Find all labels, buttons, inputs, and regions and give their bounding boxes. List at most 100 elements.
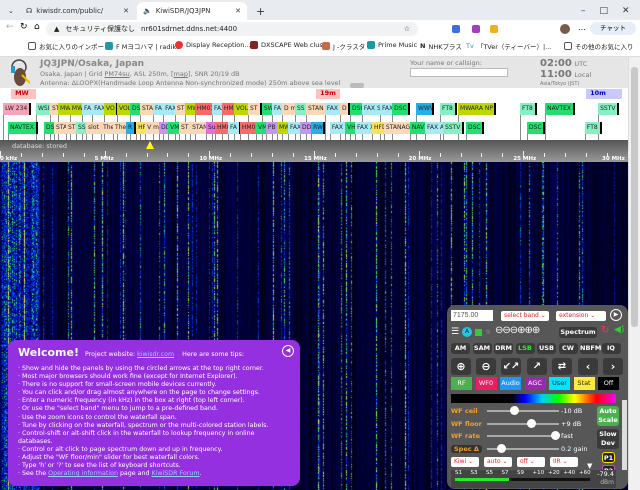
select-band-dropdown[interactable]: select band ⌄ — [501, 311, 549, 321]
mode-lsb-button[interactable]: LSB — [515, 343, 535, 354]
station-label[interactable]: NAVTEX — [7, 122, 38, 134]
colormap-bar[interactable] — [451, 394, 616, 403]
station-label[interactable]: SSTV — [442, 122, 465, 134]
profile-avatar[interactable] — [560, 24, 570, 34]
maximize-icon[interactable]: □ — [600, 6, 609, 16]
station-label[interactable]: DSC — [392, 103, 411, 115]
slow-dev-button[interactable]: Slow Dev — [597, 429, 619, 449]
page-down-icon[interactable]: ‹ — [578, 358, 598, 375]
slider-knob[interactable] — [551, 431, 560, 440]
zoom-in-icon[interactable]: ⊕ — [451, 358, 471, 375]
copilot-chat-button[interactable]: チャット — [590, 22, 636, 35]
slider-knob[interactable] — [496, 443, 506, 453]
extension-icon[interactable] — [490, 25, 498, 33]
menu-icon[interactable]: ☰ — [451, 327, 459, 337]
bookmark-item[interactable]: F Mヨコハマ | radiko — [105, 41, 180, 51]
bookmark-item[interactable]: J -クラスタ — [322, 41, 365, 51]
passband-marker-icon[interactable] — [146, 141, 155, 149]
station-label[interactable]: WWV — [415, 103, 434, 115]
close-tab-icon[interactable]: ✕ — [235, 7, 241, 15]
p1-button[interactable]: P1 — [602, 452, 615, 463]
zoom-band-icon[interactable]: ↙↗ — [501, 358, 521, 375]
station-label[interactable]: RW — [311, 122, 326, 134]
favorite-star-icon[interactable]: ☆ — [404, 25, 410, 33]
station-label[interactable]: LW 234 — [3, 103, 32, 115]
bookmark-item[interactable]: お気に入りのインポート — [28, 41, 111, 51]
mode-drm-button[interactable]: DRM — [494, 343, 513, 354]
auto-scale-button[interactable]: Auto Scale — [597, 406, 619, 426]
slider-track[interactable] — [487, 422, 559, 425]
zoom-step-buttons[interactable]: ⊖⊖⊖⊕⊕⊕ — [495, 325, 540, 336]
new-tab-button[interactable]: + — [250, 2, 271, 20]
callsign-input[interactable] — [410, 68, 508, 77]
mode-nbfm-button[interactable]: NBFM — [580, 343, 601, 354]
slider-knob[interactable] — [527, 418, 537, 428]
tab-agc[interactable]: AGC — [524, 377, 546, 390]
extension-dropdown[interactable]: extension ⌄ — [556, 311, 606, 321]
tab-kiwisdr-public[interactable]: ☊ kiwisdr.com/public/ ✕ — [20, 2, 135, 20]
mode-iq-button[interactable]: IQ — [601, 343, 621, 354]
url-text[interactable]: nr601sdrnet.ddns.net:4400 — [141, 25, 237, 33]
tab-audio[interactable]: Audio — [500, 377, 521, 390]
tab-rf[interactable]: RF — [451, 377, 472, 390]
station-label[interactable]: SSTV — [598, 103, 620, 115]
reload-icon[interactable]: ↻ — [20, 22, 28, 32]
tab-kiwisdr-jq3jpn[interactable]: 🔈 KiwiSDR/JQ3JPN ✕ — [137, 2, 247, 20]
bookmark-item[interactable]: DXSCAPE Web clus... — [250, 41, 329, 49]
station-label[interactable]: FT8 — [584, 122, 602, 134]
a-badge[interactable]: A — [462, 327, 472, 337]
mode-am-button[interactable]: AM — [451, 343, 470, 354]
slider-knob[interactable] — [510, 406, 520, 415]
frequency-input[interactable] — [451, 310, 493, 321]
audio-dropdown[interactable]: off ⌄ — [517, 457, 545, 467]
zoom-max-out-icon[interactable]: ↗ — [527, 358, 547, 375]
collapse-panel-icon[interactable]: ◀ — [282, 345, 294, 357]
page-up-icon[interactable]: › — [603, 358, 623, 375]
station-label[interactable]: FT8 — [519, 103, 537, 115]
more-options-arrow-icon[interactable]: ▼ — [587, 462, 592, 470]
station-label[interactable]: MWARA NP — [458, 103, 497, 115]
grid-link[interactable]: PM74su — [104, 70, 129, 78]
kiwisdr-link[interactable]: kiwisdr.com — [137, 351, 174, 358]
bookmark-item[interactable]: Display Reception... — [175, 41, 251, 49]
page-scrollbar[interactable] — [628, 57, 640, 490]
window-controls[interactable]: – □ ✕ — [575, 2, 636, 20]
more-menu-icon[interactable]: … — [578, 23, 586, 32]
back-icon[interactable]: ← — [6, 22, 14, 32]
station-label[interactable]: FT8 — [440, 103, 457, 115]
operating-info-link[interactable]: Operating information — [48, 470, 118, 477]
station-label[interactable]: R — [126, 122, 137, 134]
audio-dropdown[interactable]: Kiwi ⌄ — [451, 457, 479, 467]
spectrum-button[interactable]: Spectrum — [559, 327, 597, 338]
expand-icon[interactable] — [475, 329, 482, 336]
bookmark-item[interactable]: Tv 「TVer（ティーバー）|... — [466, 41, 566, 51]
tab-user[interactable]: User — [549, 377, 570, 390]
close-window-icon[interactable]: ✕ — [622, 6, 630, 16]
station-label[interactable]: VO — [104, 103, 119, 115]
tab-wf0[interactable]: WF0 — [475, 377, 497, 390]
extension-icon[interactable] — [472, 25, 480, 33]
spectrum-scale[interactable]: database: stored 0 kHz 5 MHz 10 MHz 15 MHz 2… — [0, 140, 629, 162]
station-label[interactable]: D — [339, 103, 350, 115]
zoom-out-icon[interactable]: ⊖ — [476, 358, 496, 375]
volume-icon[interactable]: ◀) — [614, 325, 624, 335]
play-icon[interactable]: ▶ — [610, 309, 622, 321]
audio-dropdown[interactable]: auto ⌄ — [484, 457, 512, 467]
station-label[interactable]: DSC — [526, 122, 545, 134]
bookmark-item[interactable]: N NHKプラス — [420, 41, 462, 51]
panel-scrollbar[interactable] — [622, 400, 627, 470]
swap-icon[interactable]: ⇄ — [552, 358, 572, 375]
audio-dropdown[interactable]: IIR ⌄ — [550, 457, 578, 467]
close-tab-icon[interactable]: ✕ — [123, 7, 129, 15]
forum-link[interactable]: KiwiSDR Forum — [152, 470, 200, 477]
mode-sam-button[interactable]: SAM — [472, 343, 492, 354]
extension-icon[interactable] — [452, 25, 460, 33]
scrollbar-thumb[interactable] — [631, 67, 638, 327]
station-label[interactable]: DSC — [465, 122, 484, 134]
station-label[interactable]: ST — [248, 103, 262, 115]
mode-usb-button[interactable]: USB — [537, 343, 556, 354]
home-icon[interactable]: ⌂ — [34, 22, 40, 32]
url-bar[interactable]: ▲ セキュリティ保護なし nr601sdrnet.ddns.net:4400 ☆ — [46, 22, 418, 36]
tab-stat[interactable]: Stat — [573, 377, 595, 390]
bookmark-item[interactable]: Prime Music — [367, 41, 417, 49]
